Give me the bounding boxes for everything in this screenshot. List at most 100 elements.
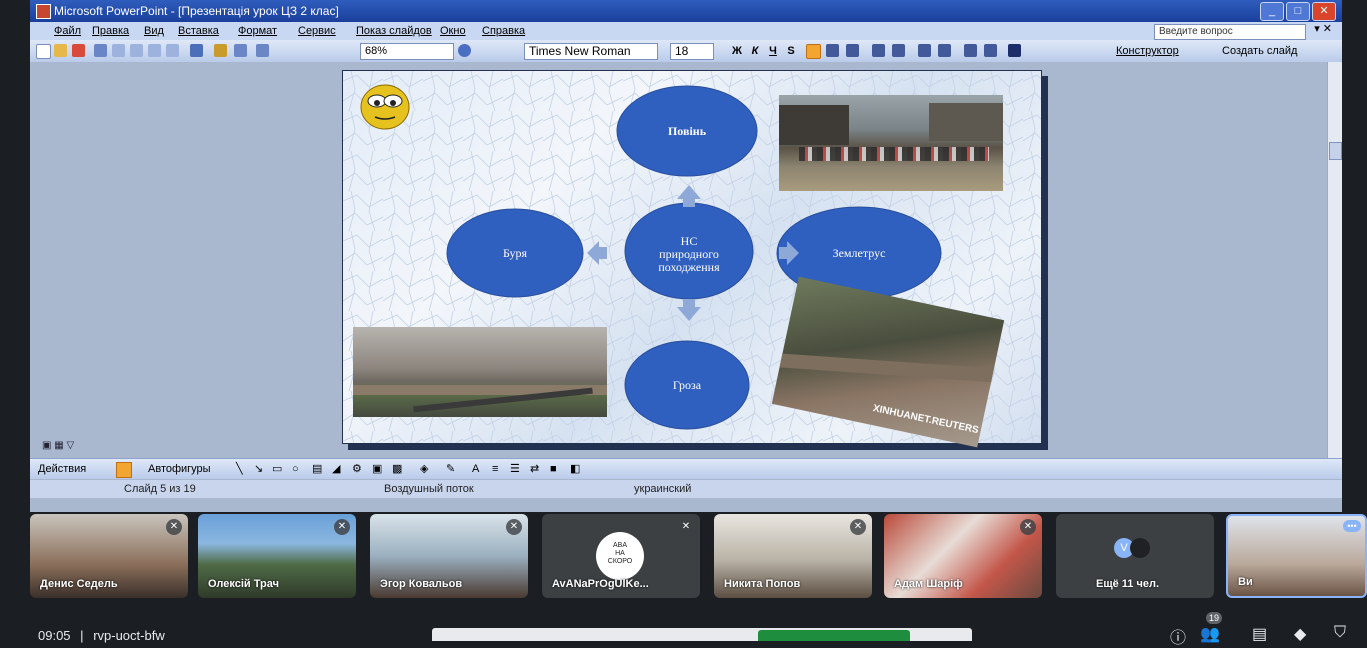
slide-canvas[interactable]: XINHUANET.REUTERS Повінь Буря НС природн… [342,70,1042,448]
participant-tile[interactable]: ✕ ABA НА СКОРО AvANaPrOgUlKe... [542,514,700,598]
more-participants-tile[interactable]: V Ещё 11 чел. [1056,514,1214,598]
minimize-button[interactable]: _ [1260,2,1284,21]
slide-sorter-icon[interactable]: ▦ [54,440,63,451]
dash-style-icon[interactable]: ☰ [510,459,520,479]
numbering-icon[interactable] [872,44,885,57]
picture-icon[interactable]: ▩ [392,459,402,479]
permission-icon[interactable] [72,44,85,57]
undo-icon[interactable] [190,44,203,57]
increase-indent-icon[interactable] [984,44,997,57]
slide-editing-area[interactable]: XINHUANET.REUTERS Повінь Буря НС природн… [30,62,1328,448]
menu-help[interactable]: Справка [482,22,525,40]
grid-icon[interactable] [256,44,269,57]
print-icon[interactable] [94,44,107,57]
avatar-text-line1: ABA [612,542,627,549]
menu-tools[interactable]: Сервис [298,22,336,40]
insert-table-icon[interactable] [234,44,247,57]
clipart-icon[interactable]: ▣ [372,459,382,479]
italic-button[interactable]: К [748,43,762,59]
shadow-style-icon[interactable]: ■ [550,459,557,479]
chat-icon[interactable]: ▤ [1252,624,1267,644]
oval-icon[interactable]: ○ [292,459,299,479]
menu-slideshow[interactable]: Показ слайдов [356,22,432,40]
arrow-style-icon[interactable]: ⇄ [530,459,539,479]
powerpoint-app-icon[interactable] [36,4,51,19]
bullets-icon[interactable] [892,44,905,57]
zoom-select[interactable]: 68% [360,43,454,60]
menu-file[interactable]: Файл [54,22,81,40]
menu-view[interactable]: Вид [144,22,164,40]
line-icon[interactable]: ╲ [236,459,243,479]
font-size-select[interactable]: 18 [670,43,714,60]
rectangle-icon[interactable]: ▭ [272,459,282,479]
textbox-icon[interactable]: ▤ [312,459,322,479]
info-icon[interactable]: ⓘ [1170,624,1186,648]
select-pointer-icon[interactable] [116,462,132,478]
menu-window[interactable]: Окно [440,22,466,40]
participant-tile[interactable]: ✕ Олексій Трач [198,514,356,598]
participant-avatar-2 [1130,538,1150,558]
increase-font-icon[interactable] [918,44,931,57]
paste-icon[interactable] [166,44,179,57]
new-slide-button[interactable]: Создать слайд [1222,43,1297,59]
cut-icon[interactable] [130,44,143,57]
participant-tile[interactable]: ✕ Адам Шаріф [884,514,1042,598]
align-center-icon[interactable] [826,44,839,57]
menu-insert[interactable]: Вставка [178,22,219,40]
normal-view-icon[interactable]: ▣ [42,440,51,451]
3d-style-icon[interactable]: ◧ [570,459,580,479]
menu-edit[interactable]: Правка [92,22,129,40]
decrease-indent-icon[interactable] [964,44,977,57]
font-color-icon[interactable] [1008,44,1021,57]
people-icon[interactable]: 👥 [1200,624,1220,644]
host-controls-icon[interactable]: ⛉ [1334,624,1346,642]
copy-icon[interactable] [148,44,161,57]
align-right-icon[interactable] [846,44,859,57]
stop-presenting-button[interactable] [758,630,910,641]
decrease-font-icon[interactable] [938,44,951,57]
scrollbar-thumb[interactable] [1329,142,1342,160]
participant-avatar: ABA НА СКОРО [596,532,644,580]
diagram-icon[interactable]: ⚙ [352,459,362,479]
maximize-button[interactable]: □ [1286,2,1310,21]
participant-tile[interactable]: ✕ Эгор Ковальов [370,514,528,598]
activities-icon[interactable]: ◆ [1294,624,1306,644]
menu-format[interactable]: Формат [238,22,277,40]
align-left-icon[interactable] [806,44,821,59]
close-button[interactable]: ✕ [1312,2,1336,21]
line-style-icon[interactable]: ≡ [492,459,498,479]
insert-chart-icon[interactable] [214,44,227,57]
participant-tile[interactable]: ✕ Денис Седель [30,514,188,598]
participants-strip: ✕ Денис Седель ✕ Олексій Трач ✕ Эгор Ков… [0,512,1367,602]
open-folder-icon[interactable] [54,44,67,57]
self-view-tile[interactable]: ••• Ви [1226,514,1367,598]
autoshapes-menu[interactable]: Автофигуры [148,459,211,479]
arrow-icon[interactable]: ↘ [254,459,263,479]
help-icon[interactable] [458,44,471,57]
more-options-icon[interactable]: ••• [1343,520,1361,532]
status-bar: Слайд 5 из 19 Воздушный поток украинский [30,480,1342,498]
new-document-icon[interactable] [36,44,51,59]
vertical-scrollbar[interactable] [1327,62,1342,458]
participant-tile[interactable]: ✕ Никита Попов [714,514,872,598]
view-buttons: ▣ ▦ ▽ [42,440,74,451]
participant-name: Денис Седель [40,578,118,590]
design-template-name: Воздушный поток [384,483,474,495]
help-question-input[interactable]: Введите вопрос [1154,24,1306,40]
line-color-icon[interactable]: ✎ [446,459,455,479]
emoji-face [360,84,410,130]
bold-button[interactable]: Ж [730,43,744,59]
spelling-icon[interactable] [112,44,125,57]
font-color-draw-icon[interactable]: A [472,459,479,479]
design-button[interactable]: Конструктор [1116,43,1179,59]
font-name-select[interactable]: Times New Roman [524,43,658,60]
wordart-icon[interactable]: ◢ [332,459,340,479]
window-controls: _ □ ✕ [1260,2,1336,21]
actions-menu[interactable]: Действия [38,459,86,479]
design-button-label: Конструктор [1116,45,1179,57]
shadow-button[interactable]: S [784,43,798,59]
slideshow-view-icon[interactable]: ▽ [66,440,74,451]
fill-color-icon[interactable]: ◈ [420,459,428,479]
menu-close-icon[interactable]: ▾ ✕ [1314,22,1332,35]
underline-button[interactable]: Ч [766,43,780,59]
